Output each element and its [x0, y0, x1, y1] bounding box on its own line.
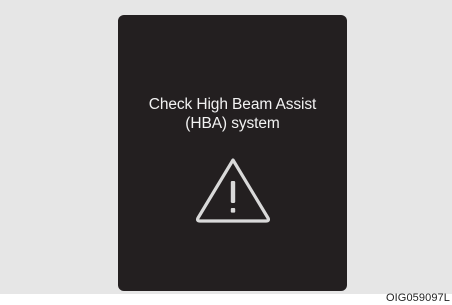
warning-message-line-1: Check High Beam Assist — [148, 96, 317, 113]
figure-code: OIG059097L — [386, 292, 450, 304]
warning-triangle-icon — [195, 158, 271, 223]
warning-message: Check High Beam Assist (HBA) system — [118, 95, 347, 133]
cluster-display: Check High Beam Assist (HBA) system — [118, 15, 347, 291]
warning-message-line-2: (HBA) system — [185, 115, 280, 132]
illustration-background: Check High Beam Assist (HBA) system — [0, 0, 452, 294]
